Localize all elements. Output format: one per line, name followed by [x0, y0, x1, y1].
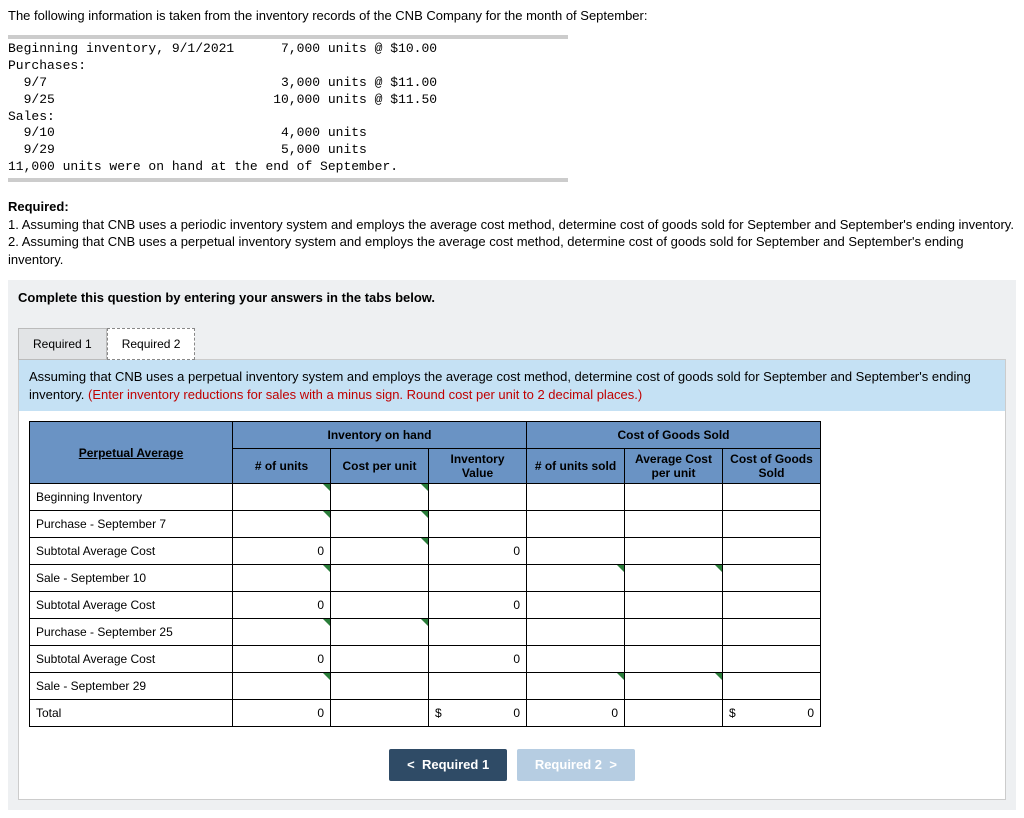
required-block: Required: 1. Assuming that CNB uses a pe… [8, 198, 1016, 268]
input-cell[interactable] [331, 484, 429, 511]
next-button[interactable]: Required 2 > [517, 749, 635, 781]
worksheet-table: Perpetual Average Inventory on hand Cost… [29, 421, 821, 727]
row-label: Sale - September 29 [30, 673, 233, 700]
input-cell[interactable] [527, 565, 625, 592]
calc-cell: 0 [233, 538, 331, 565]
tab-bar: Required 1 Required 2 [18, 327, 1006, 359]
input-cell[interactable] [527, 646, 625, 673]
required-2: 2. Assuming that CNB uses a perpetual in… [8, 234, 964, 267]
row-label: Subtotal Average Cost [30, 592, 233, 619]
required-1: 1. Assuming that CNB uses a periodic inv… [8, 217, 1014, 232]
input-cell[interactable] [723, 565, 821, 592]
input-cell[interactable] [625, 511, 723, 538]
input-cell[interactable] [723, 619, 821, 646]
row-label: Purchase - September 7 [30, 511, 233, 538]
input-cell[interactable] [331, 700, 429, 727]
prev-button[interactable]: < Required 1 [389, 749, 507, 781]
row-label: Subtotal Average Cost [30, 538, 233, 565]
calc-cell: 0 [233, 646, 331, 673]
inventory-data-block: Beginning inventory, 9/1/2021 7,000 unit… [8, 35, 568, 182]
row-label: Total [30, 700, 233, 727]
answer-panel: Complete this question by entering your … [8, 280, 1016, 810]
calc-cell: 0 [429, 592, 527, 619]
input-cell[interactable] [723, 592, 821, 619]
input-cell[interactable] [527, 511, 625, 538]
input-cell[interactable] [723, 646, 821, 673]
input-cell[interactable] [331, 538, 429, 565]
input-cell[interactable] [527, 619, 625, 646]
input-cell[interactable] [625, 592, 723, 619]
input-cell[interactable] [625, 646, 723, 673]
input-cell[interactable] [429, 484, 527, 511]
tab-content: Assuming that CNB uses a perpetual inven… [18, 359, 1006, 800]
input-cell[interactable] [233, 619, 331, 646]
input-cell[interactable] [625, 700, 723, 727]
input-cell[interactable] [527, 673, 625, 700]
row-label: Sale - September 10 [30, 565, 233, 592]
input-cell[interactable] [429, 619, 527, 646]
row-label: Purchase - September 25 [30, 619, 233, 646]
input-cell[interactable] [625, 565, 723, 592]
group-inventory: Inventory on hand [233, 422, 527, 449]
input-cell[interactable] [723, 673, 821, 700]
tab-required-2[interactable]: Required 2 [107, 328, 196, 360]
calc-cell: $0 [429, 700, 527, 727]
input-cell[interactable] [625, 484, 723, 511]
group-cogs: Cost of Goods Sold [527, 422, 821, 449]
table-title: Perpetual Average [30, 422, 233, 484]
question-banner: Assuming that CNB uses a perpetual inven… [19, 360, 1005, 411]
row-label: Subtotal Average Cost [30, 646, 233, 673]
calc-cell: 0 [233, 700, 331, 727]
input-cell[interactable] [331, 592, 429, 619]
input-cell[interactable] [429, 511, 527, 538]
input-cell[interactable] [723, 484, 821, 511]
input-cell[interactable] [331, 511, 429, 538]
col-unitsold: # of units sold [527, 449, 625, 484]
input-cell[interactable] [527, 484, 625, 511]
col-avgcost: Average Cost per unit [625, 449, 723, 484]
input-cell[interactable] [233, 565, 331, 592]
input-cell[interactable] [331, 646, 429, 673]
col-cost: Cost per unit [331, 449, 429, 484]
calc-cell: 0 [527, 700, 625, 727]
input-cell[interactable] [625, 619, 723, 646]
panel-instruction: Complete this question by entering your … [18, 290, 1006, 305]
calc-cell: 0 [429, 646, 527, 673]
input-cell[interactable] [527, 592, 625, 619]
calc-cell: 0 [233, 592, 331, 619]
row-label: Beginning Inventory [30, 484, 233, 511]
col-invvalue: Inventory Value [429, 449, 527, 484]
input-cell[interactable] [723, 511, 821, 538]
calc-cell: 0 [429, 538, 527, 565]
input-cell[interactable] [723, 538, 821, 565]
input-cell[interactable] [625, 538, 723, 565]
banner-hint: (Enter inventory reductions for sales wi… [88, 387, 642, 402]
calc-cell: $0 [723, 700, 821, 727]
chevron-right-icon: > [609, 758, 617, 773]
nav-buttons: < Required 1 Required 2 > [19, 737, 1005, 799]
required-heading: Required: [8, 199, 69, 214]
input-cell[interactable] [429, 673, 527, 700]
input-cell[interactable] [233, 484, 331, 511]
input-cell[interactable] [527, 538, 625, 565]
intro-text: The following information is taken from … [8, 8, 1016, 23]
tab-required-1[interactable]: Required 1 [18, 328, 107, 360]
input-cell[interactable] [625, 673, 723, 700]
input-cell[interactable] [331, 673, 429, 700]
col-cogs: Cost of Goods Sold [723, 449, 821, 484]
input-cell[interactable] [331, 565, 429, 592]
input-cell[interactable] [429, 565, 527, 592]
input-cell[interactable] [331, 619, 429, 646]
input-cell[interactable] [233, 673, 331, 700]
input-cell[interactable] [233, 511, 331, 538]
col-units: # of units [233, 449, 331, 484]
chevron-left-icon: < [407, 758, 415, 773]
